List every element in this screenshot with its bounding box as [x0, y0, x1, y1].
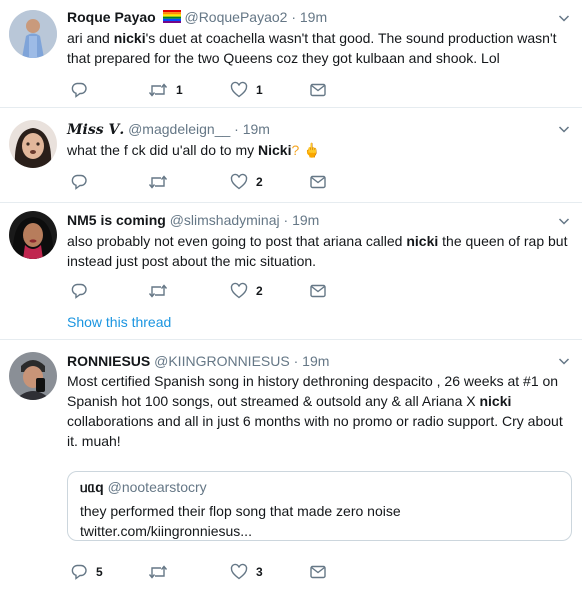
separator-dot: ·: [234, 121, 239, 137]
like-icon: [230, 282, 248, 300]
dm-icon: [309, 173, 327, 191]
caret-down-icon[interactable]: [558, 11, 570, 23]
reply-icon: [70, 173, 88, 191]
tweet-header: Roque Payao @RoquePayao2 · 19m: [67, 8, 327, 26]
reply-button[interactable]: 5: [70, 562, 103, 582]
quoted-user-handle: @nootearstocry: [107, 479, 207, 495]
tweet-actions: 2: [67, 172, 367, 192]
retweet-button[interactable]: [148, 562, 176, 582]
quoted-display-name: ᥙᥲq: [80, 479, 104, 495]
user-handle[interactable]: @RoquePayao2: [184, 9, 287, 25]
like-icon: [230, 81, 248, 99]
reply-button[interactable]: [70, 80, 96, 100]
like-button[interactable]: 3: [230, 562, 263, 582]
tweet[interactable]: RONNIESUS @KIINGRONNIESUS · 19m Most cer…: [0, 340, 582, 593]
show-thread-link[interactable]: Show this thread: [67, 314, 171, 330]
dm-icon: [309, 282, 327, 300]
tweet[interactable]: 𝑴𝒊𝒔𝒔 𝑽. @magdeleign__ · 19m what the f c…: [0, 108, 582, 203]
like-icon: [230, 563, 248, 581]
tweet[interactable]: Roque Payao @RoquePayao2 · 19m ari and n…: [0, 0, 582, 108]
quoted-tweet[interactable]: ᥙᥲq @nootearstocry they performed their …: [67, 471, 572, 541]
caret-down-icon[interactable]: [558, 214, 570, 226]
retweet-icon: [148, 282, 168, 300]
reply-button[interactable]: [70, 281, 96, 301]
text-segment: ? 🖕: [291, 142, 321, 158]
rainbow-flag-icon: [162, 9, 181, 23]
timestamp[interactable]: 19m: [292, 212, 319, 228]
keyword-highlight: nicki: [113, 30, 146, 46]
text-segment: ari and: [67, 30, 114, 46]
tweet-text: Most certified Spanish song in history d…: [67, 371, 572, 451]
tweet-header: 𝑴𝒊𝒔𝒔 𝑽. @magdeleign__ · 19m: [67, 120, 270, 139]
tweet[interactable]: NM5 is coming @slimshadyminaj · 19m also…: [0, 203, 582, 340]
tweet-header: RONNIESUS @KIINGRONNIESUS · 19m: [67, 352, 329, 370]
quoted-tweet-text: they performed their flop song that made…: [80, 501, 401, 541]
timestamp[interactable]: 19m: [243, 121, 270, 137]
like-count: 3: [256, 565, 263, 579]
tweet-text: what the f ck did u'all do to my Nicki? …: [67, 140, 572, 160]
display-name[interactable]: 𝑴𝒊𝒔𝒔 𝑽.: [67, 122, 124, 138]
display-name[interactable]: NM5 is coming: [67, 212, 166, 228]
quoted-link[interactable]: twitter.com/kiingronniesus...: [80, 521, 401, 541]
reply-icon: [70, 563, 88, 581]
display-name[interactable]: Roque Payao: [67, 9, 156, 25]
dm-icon: [309, 563, 327, 581]
tweet-text: also probably not even going to post tha…: [67, 231, 572, 271]
like-button[interactable]: 1: [230, 80, 263, 100]
tweet-actions: 1 1: [67, 80, 367, 100]
retweet-icon: [148, 563, 168, 581]
separator-dot: ·: [283, 212, 289, 228]
tweet-text: ari and nicki's duet at coachella wasn't…: [67, 28, 572, 68]
keyword-highlight: nicki: [406, 233, 439, 249]
text-segment: also probably not even going to post tha…: [67, 233, 407, 249]
retweet-icon: [148, 173, 168, 191]
caret-down-icon[interactable]: [558, 354, 570, 366]
tweet-actions: 5 3: [67, 562, 367, 582]
separator-dot: ·: [291, 9, 296, 25]
separator-dot: ·: [293, 353, 299, 369]
like-count: 1: [256, 83, 263, 97]
retweet-button[interactable]: 1: [148, 80, 183, 100]
caret-down-icon[interactable]: [558, 122, 570, 134]
direct-message-button[interactable]: [309, 172, 327, 192]
quoted-text-line: they performed their flop song that made…: [80, 503, 401, 519]
like-count: 2: [256, 175, 263, 189]
timestamp[interactable]: 19m: [300, 9, 327, 25]
keyword-highlight: Nicki: [258, 142, 292, 158]
retweet-button[interactable]: [148, 281, 176, 301]
like-icon: [230, 173, 248, 191]
reply-icon: [70, 81, 88, 99]
retweet-icon: [148, 81, 168, 99]
keyword-highlight: nicki: [479, 393, 512, 409]
user-handle[interactable]: @magdeleign__: [128, 121, 230, 137]
text-segment: collaborations and all in just 6 months …: [67, 413, 563, 449]
direct-message-button[interactable]: [309, 281, 327, 301]
user-handle[interactable]: @slimshadyminaj: [170, 212, 280, 228]
retweet-button[interactable]: [148, 172, 176, 192]
reply-icon: [70, 282, 88, 300]
tweet-actions: 2: [67, 281, 367, 301]
like-count: 2: [256, 284, 263, 298]
display-name[interactable]: RONNIESUS: [67, 353, 150, 369]
tweet-header: NM5 is coming @slimshadyminaj · 19m: [67, 211, 319, 229]
direct-message-button[interactable]: [309, 80, 327, 100]
like-button[interactable]: 2: [230, 281, 263, 301]
avatar[interactable]: [9, 120, 57, 168]
dm-icon: [309, 81, 327, 99]
direct-message-button[interactable]: [309, 562, 327, 582]
quoted-tweet-header: ᥙᥲq @nootearstocry: [80, 479, 207, 496]
like-button[interactable]: 2: [230, 172, 263, 192]
user-handle[interactable]: @KIINGRONNIESUS: [154, 353, 290, 369]
avatar[interactable]: [9, 352, 57, 400]
reply-count: 5: [96, 565, 103, 579]
text-segment: what the f ck did u'all do to my: [67, 142, 258, 158]
avatar[interactable]: [9, 10, 57, 58]
reply-button[interactable]: [70, 172, 96, 192]
timestamp[interactable]: 19m: [302, 353, 329, 369]
avatar[interactable]: [9, 211, 57, 259]
retweet-count: 1: [176, 83, 183, 97]
